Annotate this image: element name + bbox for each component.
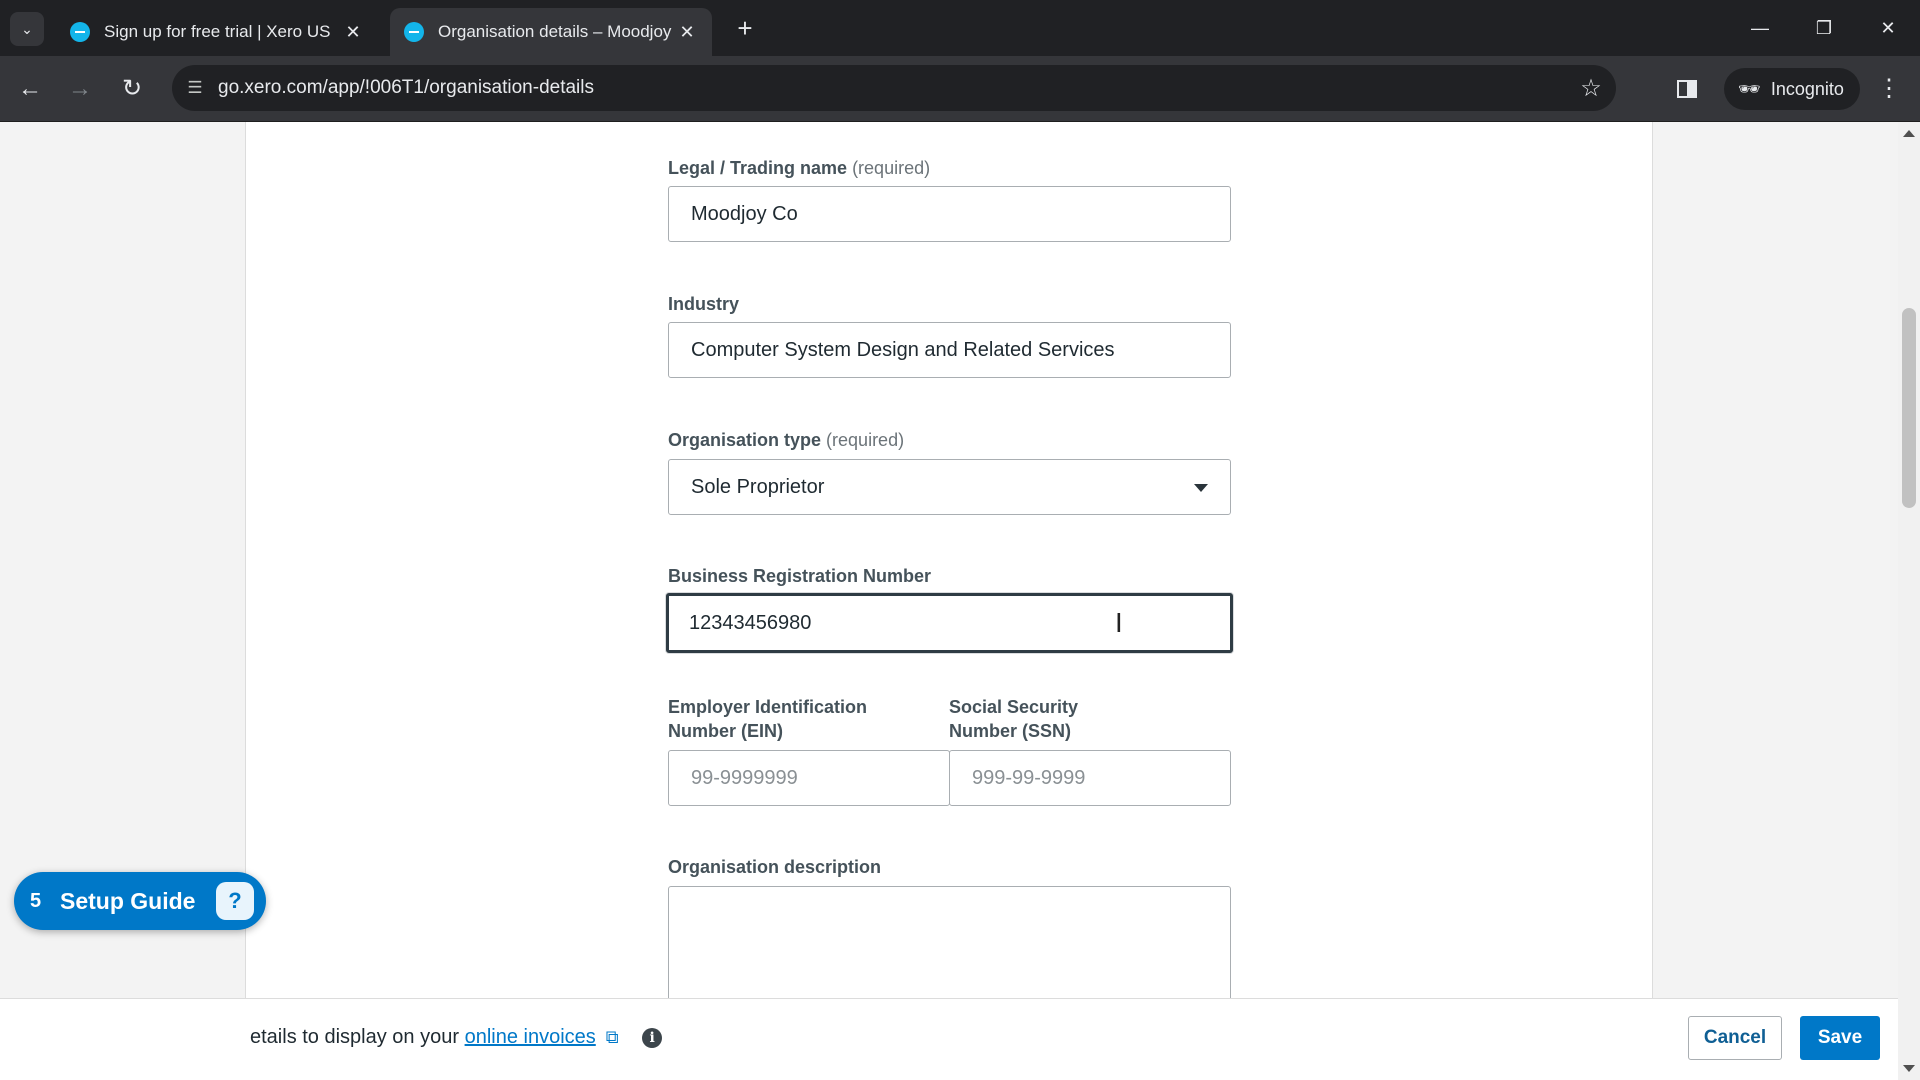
business-registration-number-input[interactable]: 12343456980: [666, 593, 1233, 653]
scroll-up-arrow-icon[interactable]: [1903, 130, 1915, 137]
forward-button[interactable]: →: [62, 72, 98, 108]
legal-name-label: Legal / Trading name (required): [668, 156, 930, 180]
arrow-left-icon: ←: [18, 75, 42, 102]
tab-organisation-details[interactable]: Organisation details – Moodjoy ✕: [390, 8, 712, 56]
address-bar[interactable]: ☰ go.xero.com/app/!006T1/organisation-de…: [172, 65, 1616, 111]
required-indicator: (required): [852, 158, 931, 178]
setup-guide-button[interactable]: 5 Setup Guide ?: [14, 872, 266, 930]
xero-favicon-icon: [70, 22, 90, 42]
legal-name-input[interactable]: Moodjoy Co: [668, 186, 1231, 242]
incognito-profile-button[interactable]: 🕶 Incognito: [1724, 68, 1860, 110]
reload-icon: ↻: [121, 75, 143, 102]
online-invoices-note-text: etails to display on your: [250, 1026, 460, 1048]
cancel-button[interactable]: Cancel: [1688, 1016, 1782, 1060]
bookmark-star-icon[interactable]: ☆: [1566, 74, 1616, 103]
ein-label: Employer Identification Number (EIN): [668, 695, 938, 743]
incognito-icon: 🕶: [1738, 78, 1761, 99]
browser-toolbar: ← → ↻ ☰ go.xero.com/app/!006T1/organisat…: [0, 56, 1920, 122]
ein-input[interactable]: 99-9999999: [668, 750, 950, 806]
setup-guide-count: 5: [30, 889, 42, 912]
organisation-type-value: Sole Proprietor: [691, 475, 825, 498]
tab-title: Sign up for free trial | Xero US: [104, 22, 331, 41]
ssn-input[interactable]: 999-99-9999: [949, 750, 1231, 806]
ein-label-line2: Number (EIN): [668, 721, 784, 741]
close-icon[interactable]: ✕: [676, 22, 698, 43]
tab-xero-signup[interactable]: Sign up for free trial | Xero US ✕: [56, 8, 378, 56]
chevron-down-icon: ⌄: [21, 20, 33, 37]
content-panel: Legal / Trading name (required) Moodjoy …: [245, 122, 1653, 1080]
page-viewport: Legal / Trading name (required) Moodjoy …: [0, 122, 1920, 1080]
organisation-type-label: Organisation type (required): [668, 428, 904, 452]
industry-label: Industry: [668, 294, 740, 314]
industry-value: Computer System Design and Related Servi…: [691, 338, 1115, 361]
organisation-type-label-text: Organisation type: [668, 430, 822, 450]
setup-guide-label: Setup Guide: [60, 887, 196, 914]
form-action-bar: etails to display on your online invoice…: [0, 998, 1898, 1080]
caret-down-icon: [1194, 484, 1208, 492]
online-invoices-note: etails to display on your online invoice…: [250, 1026, 663, 1049]
help-chat-icon[interactable]: ?: [216, 882, 254, 920]
arrow-right-icon: →: [68, 75, 92, 102]
save-button[interactable]: Save: [1800, 1016, 1880, 1060]
ein-placeholder: 99-9999999: [691, 766, 798, 789]
business-registration-number-label: Business Registration Number: [668, 566, 932, 586]
restore-icon: ❐: [1815, 18, 1833, 38]
external-link-icon[interactable]: ⧉: [606, 1027, 619, 1048]
xero-favicon-icon: [404, 22, 424, 42]
scroll-thumb[interactable]: [1902, 308, 1916, 508]
minimize-button[interactable]: —: [1740, 12, 1780, 44]
minimize-icon: —: [1751, 18, 1769, 38]
organisation-description-label: Organisation description: [668, 857, 882, 877]
legal-name-value: Moodjoy Co: [691, 202, 798, 225]
ein-label-line1: Employer Identification: [668, 697, 868, 717]
ssn-label-line1: Social Security: [949, 697, 1079, 717]
restore-button[interactable]: ❐: [1804, 12, 1844, 44]
ssn-placeholder: 999-99-9999: [972, 766, 1086, 789]
tab-title: Organisation details – Moodjoy: [438, 22, 672, 41]
side-panel-button[interactable]: [1670, 73, 1704, 107]
legal-name-label-text: Legal / Trading name: [668, 158, 848, 178]
side-panel-icon: [1677, 79, 1697, 98]
url-text[interactable]: go.xero.com/app/!006T1/organisation-deta…: [218, 77, 1566, 99]
close-icon: ✕: [1880, 18, 1896, 38]
text-cursor-icon: I: [1115, 609, 1123, 639]
close-icon[interactable]: ✕: [342, 22, 364, 43]
incognito-label: Incognito: [1770, 78, 1844, 99]
browser-tab-bar: ⌄ Sign up for free trial | Xero US ✕ Org…: [0, 0, 1920, 56]
browser-menu-button[interactable]: ⋮: [1872, 72, 1906, 108]
ssn-label-line2: Number (SSN): [949, 721, 1072, 741]
required-indicator: (required): [826, 430, 905, 450]
plus-icon: +: [737, 13, 753, 43]
scroll-down-arrow-icon[interactable]: [1903, 1065, 1915, 1072]
ssn-label: Social Security Number (SSN): [949, 695, 1219, 743]
info-icon[interactable]: i: [642, 1027, 663, 1048]
industry-input[interactable]: Computer System Design and Related Servi…: [668, 322, 1231, 378]
online-invoices-link[interactable]: online invoices: [465, 1026, 596, 1048]
kebab-menu-icon: ⋮: [1877, 75, 1901, 102]
business-registration-number-value: 12343456980: [689, 611, 812, 634]
site-settings-icon[interactable]: ☰: [172, 78, 218, 98]
page-scrollbar[interactable]: [1898, 122, 1920, 1080]
new-tab-button[interactable]: +: [728, 14, 762, 44]
back-button[interactable]: ←: [12, 72, 48, 108]
organisation-type-select[interactable]: Sole Proprietor: [668, 459, 1231, 515]
reload-button[interactable]: ↻: [114, 72, 150, 108]
tab-search-button[interactable]: ⌄: [10, 12, 44, 46]
close-window-button[interactable]: ✕: [1868, 12, 1908, 44]
